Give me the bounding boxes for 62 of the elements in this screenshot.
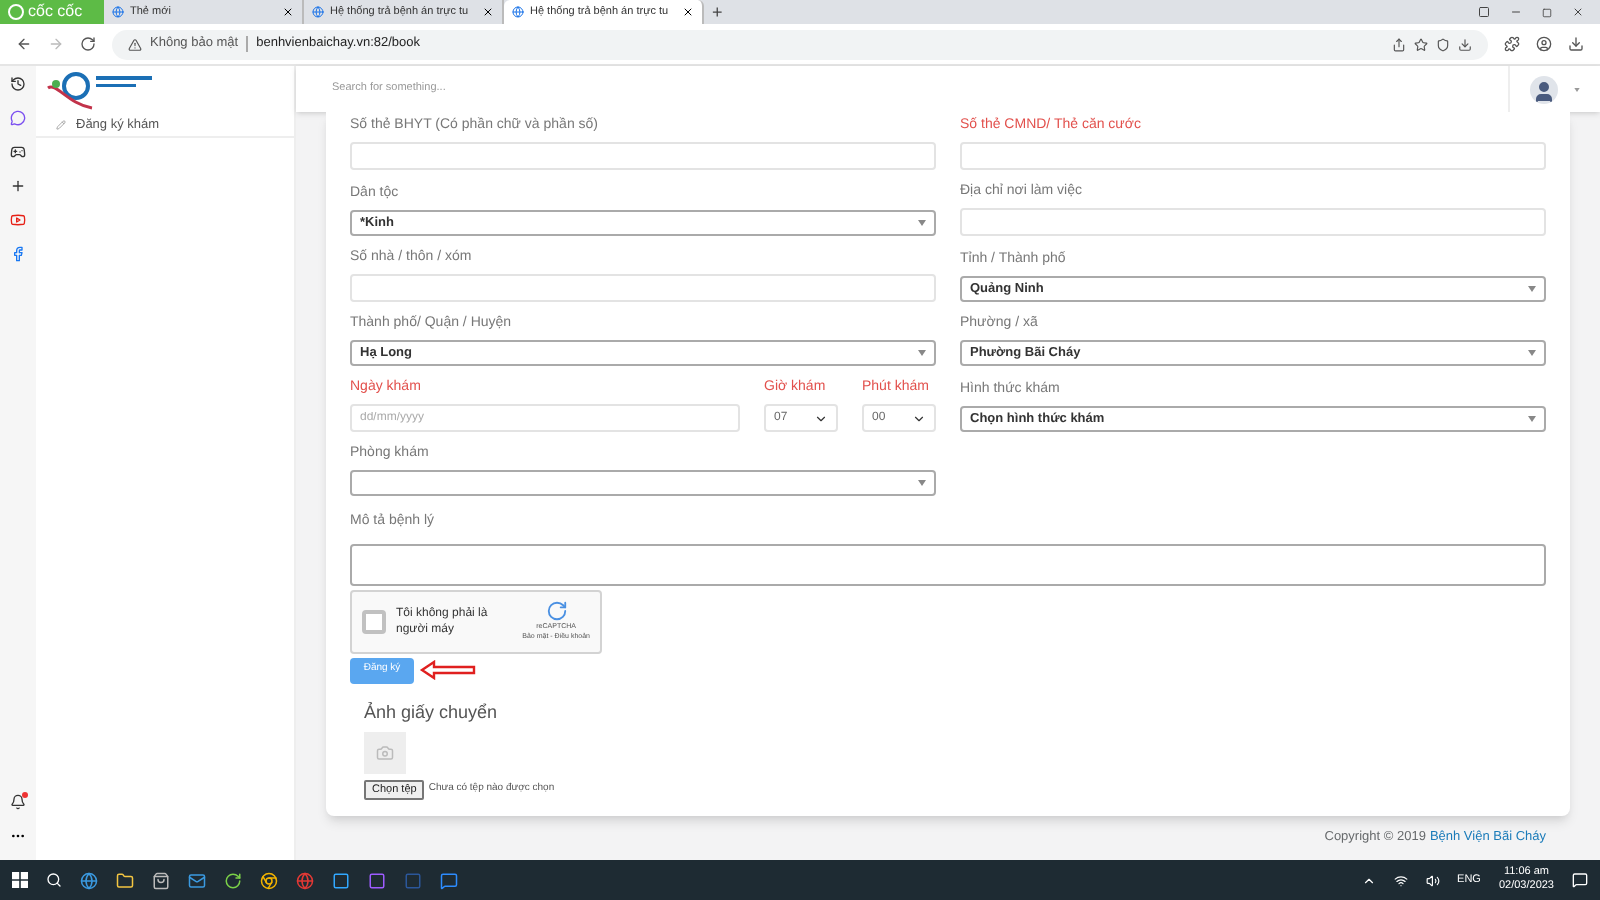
input-field[interactable]	[960, 142, 1546, 170]
pencil-icon	[56, 120, 66, 130]
caret-icon	[918, 480, 926, 486]
app-icon[interactable]	[440, 871, 458, 889]
new-tab-button[interactable]: +	[704, 0, 731, 24]
download-icon[interactable]	[1458, 37, 1472, 51]
network-icon[interactable]	[1393, 873, 1408, 887]
chevron-down-icon	[912, 411, 926, 425]
camera-icon	[376, 744, 394, 762]
app-icon[interactable]	[80, 871, 98, 889]
app-icon[interactable]	[260, 871, 278, 889]
close-icon[interactable]	[1572, 6, 1584, 18]
close-icon[interactable]	[682, 6, 694, 18]
logo-icon	[8, 4, 24, 20]
gamepad-icon[interactable]	[10, 144, 26, 160]
history-icon[interactable]	[10, 76, 26, 92]
star-icon[interactable]	[1414, 37, 1428, 51]
caret-icon	[1528, 416, 1536, 422]
arrow-annotation	[418, 660, 478, 680]
browser-brand: cốc cốc	[0, 0, 104, 24]
warning-icon	[128, 37, 142, 51]
window-icon[interactable]	[1478, 6, 1490, 18]
chevron-up-icon[interactable]	[1361, 873, 1376, 887]
search-icon[interactable]	[46, 872, 62, 888]
page-icon	[312, 6, 324, 18]
download-icon[interactable]	[1568, 36, 1584, 52]
puzzle-icon[interactable]	[1504, 36, 1520, 52]
share-icon[interactable]	[1392, 37, 1406, 51]
chat-icon[interactable]	[10, 110, 26, 126]
input-field[interactable]	[350, 142, 936, 170]
app-icon[interactable]	[188, 871, 206, 889]
caret-icon	[1528, 286, 1536, 292]
facebook-icon[interactable]	[10, 246, 26, 262]
close-icon[interactable]	[482, 6, 494, 18]
bell-icon[interactable]	[10, 794, 26, 810]
reload-icon[interactable]	[80, 36, 96, 52]
caret-icon	[1528, 350, 1536, 356]
page-icon	[512, 6, 524, 18]
caret-icon	[918, 350, 926, 356]
maximize-icon[interactable]	[1542, 7, 1552, 17]
close-icon[interactable]	[282, 6, 294, 18]
chevron-down-icon	[814, 411, 828, 425]
app-icon[interactable]	[224, 871, 242, 889]
notification-icon[interactable]	[1572, 872, 1588, 888]
select-field[interactable]	[350, 470, 936, 496]
windows-icon[interactable]	[12, 872, 28, 888]
caret-icon[interactable]	[1574, 87, 1580, 91]
avatar[interactable]	[1530, 75, 1558, 103]
profile-icon[interactable]	[1536, 36, 1552, 52]
caret-icon	[918, 220, 926, 226]
play-icon[interactable]	[10, 212, 26, 228]
volume-icon[interactable]	[1425, 873, 1440, 887]
page-icon	[112, 6, 124, 18]
back-icon[interactable]	[16, 36, 32, 52]
plus-icon[interactable]	[10, 178, 26, 194]
shield-icon[interactable]	[1436, 37, 1450, 51]
app-icon[interactable]	[152, 871, 170, 889]
recaptcha-icon	[545, 599, 568, 622]
upload-title: Ảnh giấy chuyển	[364, 699, 500, 726]
input-field[interactable]	[350, 274, 936, 302]
input-field[interactable]	[960, 208, 1546, 236]
checkbox[interactable]	[362, 609, 386, 633]
